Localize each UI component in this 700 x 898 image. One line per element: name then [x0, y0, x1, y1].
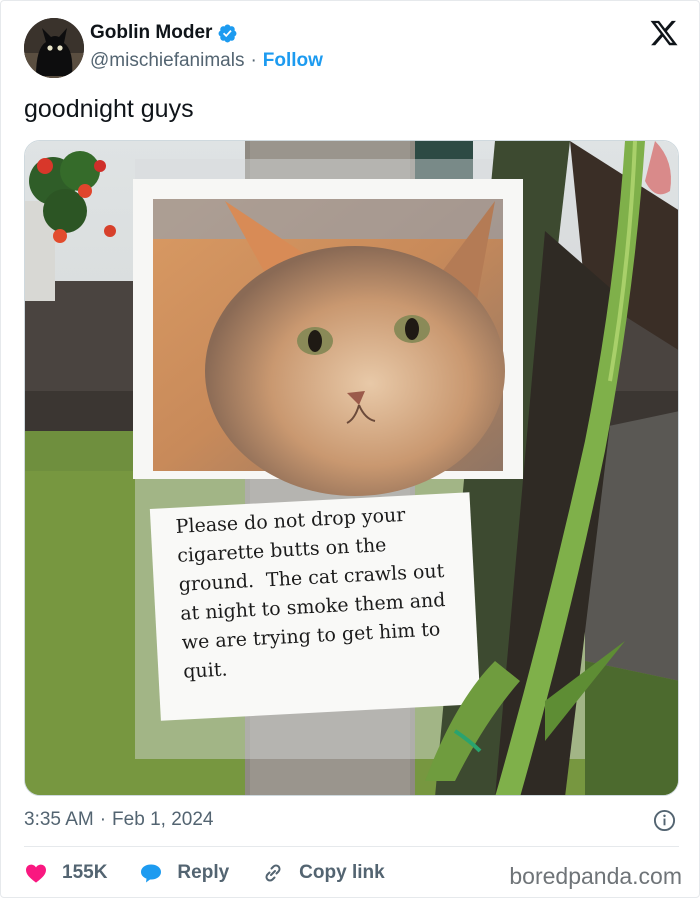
- follow-button[interactable]: Follow: [263, 50, 323, 72]
- tweet-card: Goblin Moder @mischiefanimals · Follow g…: [0, 0, 700, 898]
- like-count: 155K: [62, 862, 108, 883]
- watermark: boredpanda.com: [509, 863, 682, 889]
- author-handle-row: @mischiefanimals · Follow: [90, 50, 323, 72]
- tweet-time: 3:35 AM: [24, 809, 94, 830]
- plant-overlay: [425, 141, 671, 795]
- tweet-photo[interactable]: Please do not drop your cigarette butts …: [24, 140, 679, 796]
- x-logo-icon[interactable]: [649, 18, 679, 48]
- tweet-timestamp[interactable]: 3:35 AM · Feb 1, 2024: [24, 809, 213, 831]
- verified-badge-icon: [217, 23, 238, 44]
- author-handle[interactable]: @mischiefanimals: [90, 50, 244, 72]
- handle-separator: ·: [250, 50, 257, 71]
- author-name-row: Goblin Moder: [90, 22, 238, 44]
- copy-link-label: Copy link: [299, 862, 385, 883]
- reply-button[interactable]: Reply: [139, 861, 229, 885]
- link-icon: [265, 864, 281, 882]
- reply-bubble-icon: [141, 864, 162, 883]
- action-bar: 155K Reply Copy link: [24, 859, 417, 887]
- reply-label: Reply: [177, 862, 230, 883]
- author-display-name[interactable]: Goblin Moder: [90, 22, 212, 44]
- copy-link-button[interactable]: Copy link: [261, 861, 385, 885]
- tweet-text: goodnight guys: [24, 95, 194, 123]
- like-button[interactable]: 155K: [24, 861, 107, 885]
- heart-icon: [26, 864, 46, 883]
- tweet-date: Feb 1, 2024: [112, 809, 214, 830]
- timestamp-separator: ·: [99, 809, 107, 830]
- avatar[interactable]: [24, 18, 84, 78]
- info-icon[interactable]: [653, 809, 676, 832]
- divider: [24, 846, 679, 847]
